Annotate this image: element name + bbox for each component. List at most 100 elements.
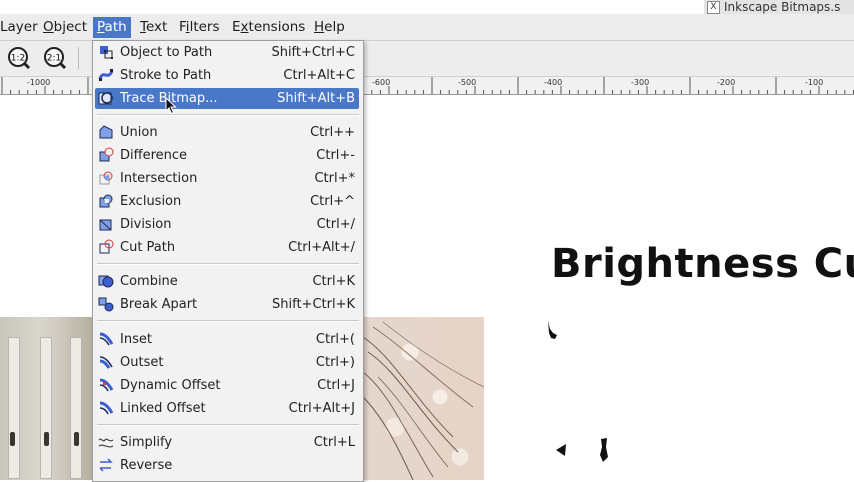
menu-item-dynamic-offset[interactable]: Dynamic Offset Ctrl+J: [95, 375, 359, 396]
menu-item-stroke-to-path[interactable]: Stroke to Path Ctrl+Alt+C: [95, 65, 359, 86]
zoom-1-2-button[interactable]: 1:2: [7, 46, 31, 70]
menu-item-label: Reverse: [120, 458, 173, 473]
menu-help-label: Help: [314, 19, 345, 35]
mnemonic-letter: T: [140, 19, 146, 35]
ruler-label: -100: [805, 78, 824, 87]
object-to-path-icon: [100, 46, 113, 59]
menubar: Layer Object Path Text Filters Extension…: [0, 14, 854, 41]
menu-item-linked-offset[interactable]: Linked Offset Ctrl+Alt+J: [95, 398, 359, 419]
menu-item-inset[interactable]: Inset Ctrl+(: [95, 329, 359, 350]
menu-item-shortcut: Ctrl+): [315, 355, 355, 370]
stroke-to-path-icon: [98, 69, 114, 81]
menu-item-label: Linked Offset: [120, 401, 206, 416]
menu-item-shortcut: Ctrl+Alt+C: [283, 68, 355, 83]
menu-layer[interactable]: Layer: [0, 17, 42, 38]
mnemonic-letter: P: [97, 19, 105, 35]
mnemonic-letter: x: [240, 19, 249, 35]
linked-offset-icon: [99, 401, 114, 415]
menu-item-union[interactable]: Union Ctrl++: [95, 122, 359, 143]
simplify-icon: [98, 438, 114, 448]
menu-item-shortcut: Shift+Ctrl+K: [272, 297, 355, 312]
menu-item-label: Inset: [120, 332, 152, 347]
canvas-heading[interactable]: Brightness Cu: [551, 241, 854, 287]
zoom-1-2-icon: 1:2: [8, 47, 31, 70]
menu-extensions-label: Extensions: [232, 19, 306, 35]
ruler-label: -600: [372, 78, 391, 87]
x11-icon: X: [707, 1, 720, 14]
menu-item-label: Intersection: [120, 171, 198, 186]
menu-item-label: Object to Path: [120, 45, 213, 60]
menu-item-combine[interactable]: Combine Ctrl+K: [95, 271, 359, 292]
ruler-label: -300: [631, 78, 650, 87]
menu-text-label: Text: [140, 19, 168, 35]
menu-item-cut-path[interactable]: Cut Path Ctrl+Alt+/: [95, 237, 359, 258]
menu-filters[interactable]: Filters: [175, 17, 224, 38]
menu-item-label: Cut Path: [120, 240, 176, 255]
mnemonic-letter: H: [314, 19, 325, 35]
chair-shadow: [74, 432, 79, 446]
traced-blob[interactable]: [597, 437, 611, 463]
menu-path[interactable]: Path: [93, 17, 131, 38]
chair-post: [40, 337, 52, 479]
menu-extensions[interactable]: Extensions: [228, 17, 309, 38]
dynamic-offset-icon: [99, 378, 114, 392]
trace-bitmap-icon: [98, 92, 113, 105]
mnemonic-letter: i: [185, 19, 190, 35]
menu-item-shortcut: Ctrl++: [310, 125, 355, 140]
menu-separator: [97, 114, 359, 116]
zoom-2-1-icon: 2:1: [44, 47, 67, 70]
menu-item-shortcut: Ctrl+^: [310, 194, 355, 209]
menu-item-shortcut: Ctrl+Alt+/: [288, 240, 355, 255]
traced-blob[interactable]: [555, 443, 569, 457]
menu-item-object-to-path[interactable]: Object to Path Shift+Ctrl+C: [95, 42, 359, 63]
menu-item-shortcut: Ctrl+*: [314, 171, 355, 186]
menu-item-break-apart[interactable]: Break Apart Shift+Ctrl+K: [95, 294, 359, 315]
menu-path-label: Path: [97, 19, 127, 35]
window-titlebar: X Inkscape Bitmaps.s: [704, 0, 854, 14]
ruler-label: -500: [458, 78, 477, 87]
menu-item-simplify[interactable]: Simplify Ctrl+L: [95, 432, 359, 453]
menu-item-label: Dynamic Offset: [120, 378, 221, 393]
menu-item-label: Outset: [120, 355, 164, 370]
reverse-icon: [99, 458, 113, 472]
menu-item-intersection[interactable]: Intersection Ctrl+*: [95, 168, 359, 189]
window-title: Inkscape Bitmaps.s: [724, 0, 841, 14]
menu-item-label: Simplify: [120, 435, 173, 450]
menu-item-label: Combine: [120, 274, 178, 289]
menu-item-shortcut: Ctrl+/: [316, 217, 355, 232]
menu-object[interactable]: Object: [39, 17, 91, 38]
intersection-icon: [99, 171, 113, 185]
menu-object-label: Object: [43, 19, 87, 35]
menu-item-shortcut: Ctrl+K: [312, 274, 355, 289]
menu-item-label: Division: [120, 217, 172, 232]
menu-item-exclusion[interactable]: Exclusion Ctrl+^: [95, 191, 359, 212]
menu-text[interactable]: Text: [136, 17, 171, 38]
union-icon: [99, 125, 113, 139]
menu-item-difference[interactable]: Difference Ctrl+-: [95, 145, 359, 166]
menu-item-division[interactable]: Division Ctrl+/: [95, 214, 359, 235]
break-apart-icon: [98, 297, 114, 312]
menu-item-shortcut: Ctrl+-: [316, 148, 355, 163]
traced-blob[interactable]: [545, 319, 561, 341]
ruler-label: -1000: [27, 78, 51, 87]
chair-shadow: [44, 432, 49, 446]
chair-post: [8, 337, 20, 479]
menu-help[interactable]: Help: [310, 17, 349, 38]
menu-item-shortcut: Ctrl+Alt+J: [288, 401, 355, 416]
zoom-2-1-button[interactable]: 2:1: [43, 46, 67, 70]
menu-item-label: Break Apart: [120, 297, 198, 312]
menu-item-trace-bitmap[interactable]: Trace Bitmap... Shift+Alt+B: [95, 88, 359, 109]
difference-icon: [99, 147, 114, 162]
menu-item-label: Difference: [120, 148, 188, 163]
menu-item-label: Exclusion: [120, 194, 182, 209]
menu-item-label: Stroke to Path: [120, 68, 212, 83]
toolbar-separator: [78, 47, 79, 69]
menu-item-shortcut: Shift+Ctrl+C: [271, 45, 355, 60]
chair-post: [70, 337, 82, 479]
hair-strands: [363, 321, 484, 480]
menu-item-reverse[interactable]: Reverse: [95, 455, 359, 476]
menu-filters-label: Filters: [179, 19, 220, 35]
inset-icon: [99, 332, 114, 346]
mouse-pointer-icon: [165, 97, 177, 115]
menu-item-outset[interactable]: Outset Ctrl+): [95, 352, 359, 373]
